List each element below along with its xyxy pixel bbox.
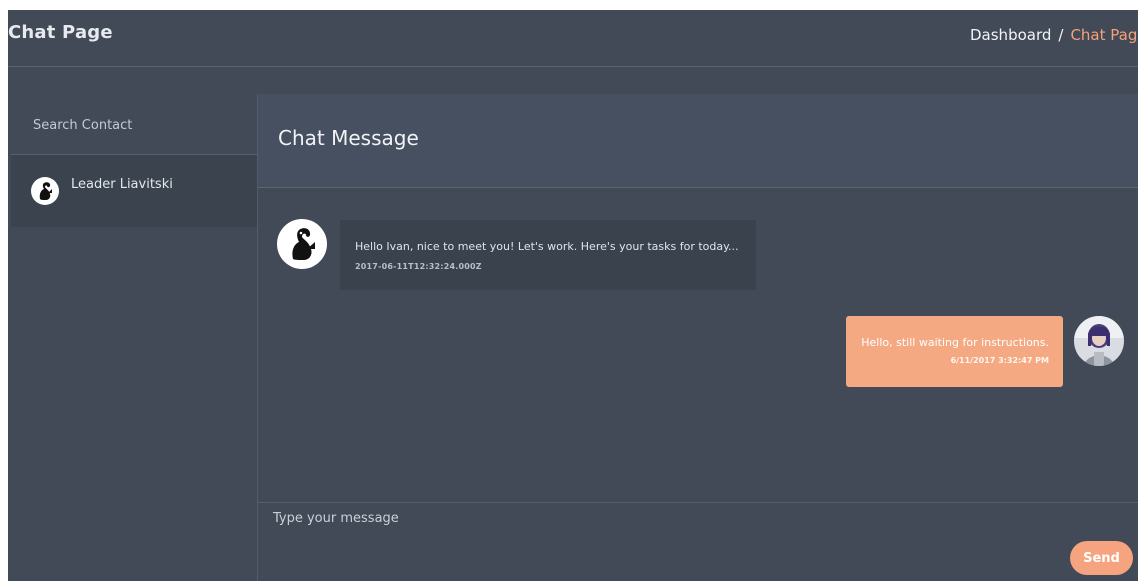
outgoing-message-timestamp: 6/11/2017 3:32:47 PM — [950, 356, 1049, 365]
search-contact-box — [11, 94, 257, 155]
breadcrumb-separator: / — [1058, 26, 1064, 44]
contact-item[interactable]: Leader Liavitski — [11, 155, 257, 227]
cat-avatar-icon — [31, 177, 59, 205]
page-title: Chat Page — [8, 22, 113, 43]
breadcrumb-current: Chat Page — [1070, 26, 1138, 44]
page-header: Chat Page Dashboard / Chat Page — [8, 10, 1138, 67]
cat-avatar-icon — [277, 219, 327, 269]
message-composer: Send — [258, 502, 1138, 581]
breadcrumb: Dashboard / Chat Page — [970, 26, 1138, 44]
user-photo-avatar — [1074, 316, 1124, 366]
chat-header: Chat Message — [258, 94, 1138, 188]
send-button[interactable]: Send — [1070, 541, 1133, 575]
chat-app: Chat Page Dashboard / Chat Page Leader Lia… — [8, 10, 1138, 581]
chat-panel: Chat Message Hello Ivan, nice to meet yo… — [258, 94, 1138, 581]
contacts-sidebar: Leader Liavitski — [11, 94, 258, 581]
message-input[interactable] — [271, 509, 1055, 549]
contact-name: Leader Liavitski — [71, 177, 173, 192]
breadcrumb-dashboard-link[interactable]: Dashboard — [970, 26, 1051, 44]
incoming-message-bubble: Hello Ivan, nice to meet you! Let's work… — [340, 220, 756, 290]
incoming-message-text: Hello Ivan, nice to meet you! Let's work… — [355, 240, 739, 253]
outgoing-message-text: Hello, still waiting for instructions. — [861, 336, 1049, 349]
incoming-message-timestamp: 2017-06-11T12:32:24.000Z — [355, 262, 482, 271]
message-list: Hello Ivan, nice to meet you! Let's work… — [258, 188, 1138, 502]
outgoing-message-bubble: Hello, still waiting for instructions. 6… — [846, 316, 1063, 387]
chat-title: Chat Message — [278, 126, 419, 150]
search-contact-input[interactable] — [31, 112, 235, 138]
